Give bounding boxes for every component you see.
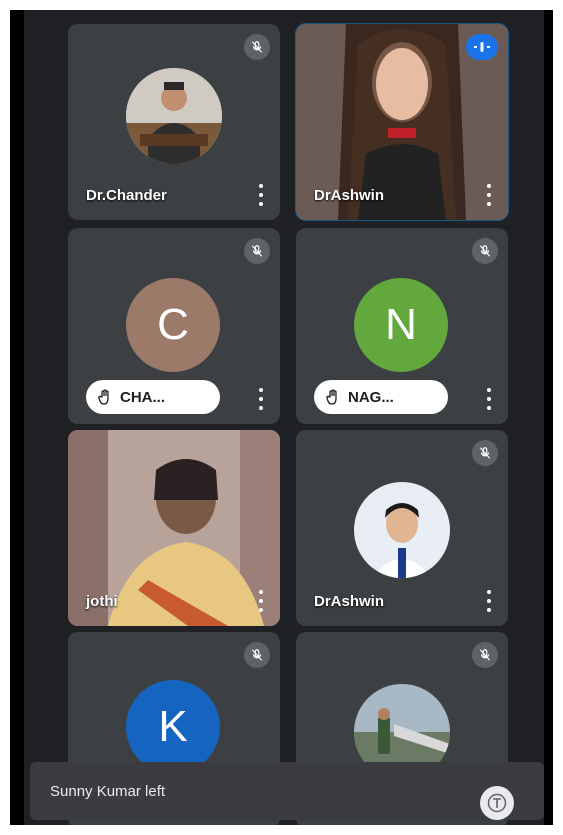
participant-tile-cha[interactable]: C CHA... [68,228,280,424]
meeting-grid: Dr.Chander DrAshwin C CHA... N NAG... jo… [24,10,544,825]
avatar: C [126,278,220,372]
more-vert-icon[interactable] [486,184,492,206]
participant-tile-dr-chander[interactable]: Dr.Chander [68,24,280,220]
raised-hand-badge: CHA... [86,380,220,414]
mic-off-icon [244,238,270,264]
mic-off-icon [472,238,498,264]
participant-name: jothi [86,593,118,610]
participant-tile-drashwin-video[interactable]: DrAshwin [296,24,508,220]
avatar: K [126,680,220,774]
avatar: N [354,278,448,372]
app-frame: Dr.Chander DrAshwin C CHA... N NAG... jo… [10,10,553,825]
avatar [354,482,450,578]
participant-tile-nag[interactable]: N NAG... [296,228,508,424]
participant-tile-drashwin[interactable]: DrAshwin [296,430,508,626]
more-vert-icon[interactable] [258,388,264,410]
more-vert-icon[interactable] [258,184,264,206]
participant-tile-jothi-video[interactable]: jothi [68,430,280,626]
more-vert-icon[interactable] [258,590,264,612]
mic-off-icon [244,642,270,668]
mic-off-icon [472,440,498,466]
participant-name: DrAshwin [314,187,385,204]
captions-icon[interactable] [480,786,514,820]
participant-name: CHA... [120,388,165,406]
avatar [126,68,222,164]
mic-off-icon [472,642,498,668]
more-vert-icon[interactable] [486,590,492,612]
audio-wave-icon [466,34,498,60]
raised-hand-badge: NAG... [314,380,448,414]
raise-hand-icon [98,389,109,405]
participant-name: Dr.Chander [86,187,167,204]
toast-message: Sunny Kumar left [50,782,166,800]
notification-toast: Sunny Kumar left [30,762,544,820]
mic-off-icon [244,34,270,60]
participant-name: NAG... [348,388,394,406]
raise-hand-icon [326,389,337,405]
participant-name: DrAshwin [314,593,385,610]
more-vert-icon[interactable] [486,388,492,410]
